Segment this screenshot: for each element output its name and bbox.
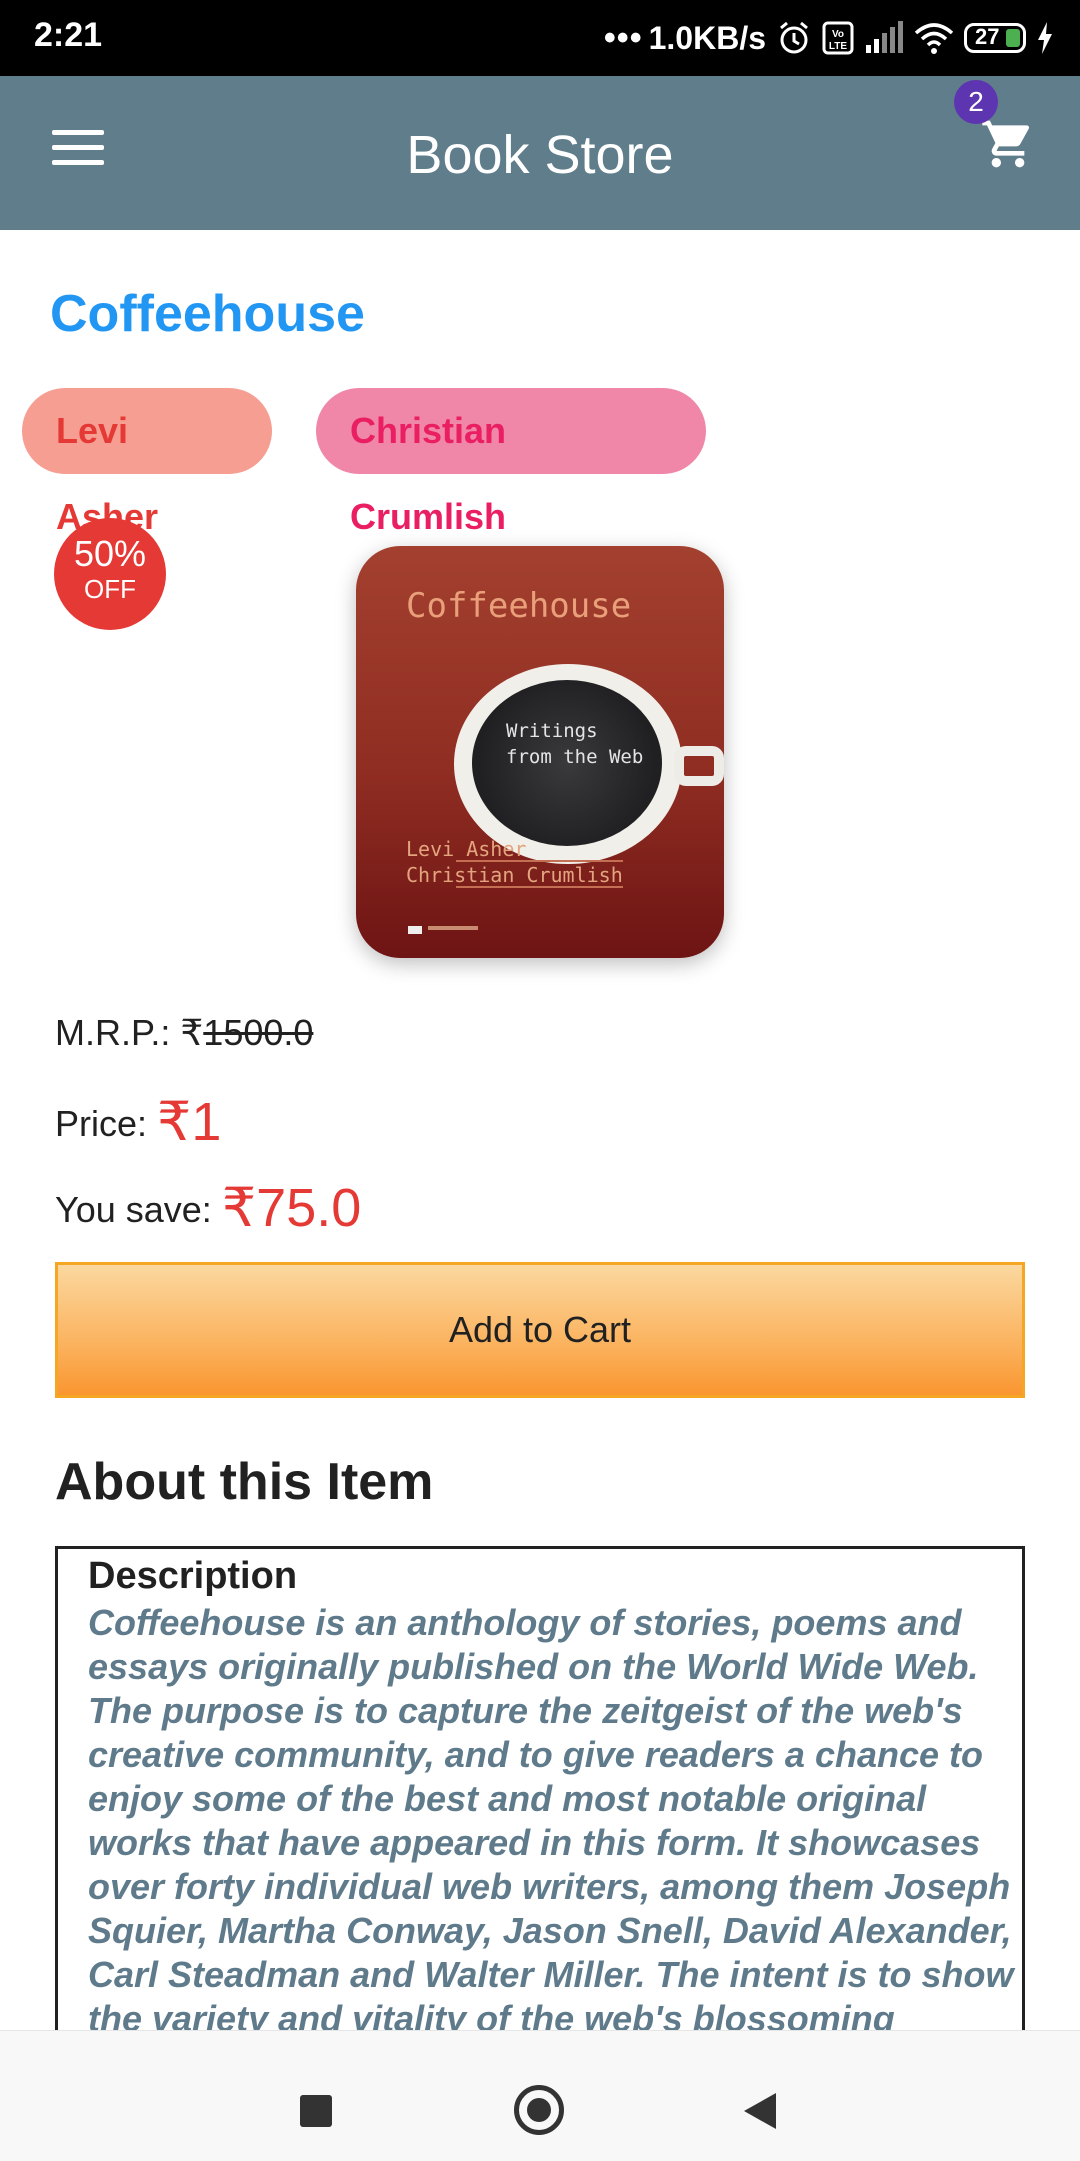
- description-box[interactable]: Description Coffeehouse is an anthology …: [55, 1546, 1025, 2106]
- network-speed: 1.0KB/s: [648, 19, 766, 56]
- cart-count-badge: 2: [954, 80, 998, 124]
- recent-apps-icon[interactable]: [300, 2095, 332, 2127]
- author-chip-christian-crumlish[interactable]: Christian Crumlish: [316, 388, 706, 537]
- status-bar: 2:21 ••• 1.0KB/s Vo LTE 27: [0, 0, 1080, 76]
- svg-text:LTE: LTE: [829, 41, 847, 52]
- signal-icon: [864, 21, 904, 55]
- back-icon[interactable]: [744, 2093, 776, 2129]
- add-to-cart-button[interactable]: Add to Cart: [55, 1262, 1025, 1398]
- price-value: ₹1: [157, 1092, 222, 1152]
- wifi-icon: [914, 21, 954, 55]
- cover-subtitle: Writings from the Web: [506, 720, 644, 768]
- app-bar: Book Store: [0, 76, 1080, 230]
- discount-off-label: OFF: [84, 574, 136, 604]
- book-cover-image: Coffeehouse Writings from the Web Levi A…: [356, 546, 724, 958]
- mrp-label: M.R.P.:: [55, 1012, 171, 1053]
- description-text: Coffeehouse is an anthology of stories, …: [88, 1602, 1014, 2083]
- savings-value: ₹75.0: [221, 1178, 362, 1238]
- savings-label: You save:: [55, 1189, 212, 1230]
- price-line: Price: ₹1: [55, 1090, 221, 1153]
- cover-authors: Levi Asher Christian Crumlish: [406, 837, 623, 888]
- about-heading: About this Item: [55, 1453, 434, 1511]
- app-title: Book Store: [406, 125, 674, 185]
- cover-title: Coffeehouse: [406, 586, 632, 626]
- mrp-value: 1500.0: [203, 1012, 314, 1053]
- description-label: Description: [88, 1555, 298, 1597]
- mrp-line: M.R.P.: ₹1500.0: [55, 1012, 313, 1054]
- savings-line: You save: ₹75.0: [55, 1176, 361, 1239]
- system-nav-bar: [0, 2030, 1080, 2161]
- shopping-cart-icon[interactable]: [980, 116, 1050, 186]
- battery-level: 27: [975, 24, 1000, 49]
- price-label: Price:: [55, 1103, 148, 1144]
- home-icon[interactable]: [514, 2085, 564, 2135]
- discount-badge: 50% OFF: [54, 518, 166, 630]
- volte-icon: Vo LTE: [822, 20, 854, 56]
- svg-text:Vo: Vo: [832, 29, 844, 40]
- book-title: Coffeehouse: [50, 285, 365, 343]
- status-icons: ••• 1.0KB/s Vo LTE 27: [604, 14, 1054, 62]
- alarm-icon: [776, 20, 812, 56]
- author-chip-levi-asher[interactable]: Levi Asher: [22, 388, 272, 537]
- battery-icon: 27: [964, 23, 1026, 53]
- status-time: 2:21: [34, 16, 103, 54]
- charging-icon: [1036, 22, 1054, 54]
- mrp-currency: ₹: [180, 1012, 204, 1053]
- discount-percent: 50%: [73, 533, 147, 574]
- more-dots-icon: •••: [603, 18, 643, 57]
